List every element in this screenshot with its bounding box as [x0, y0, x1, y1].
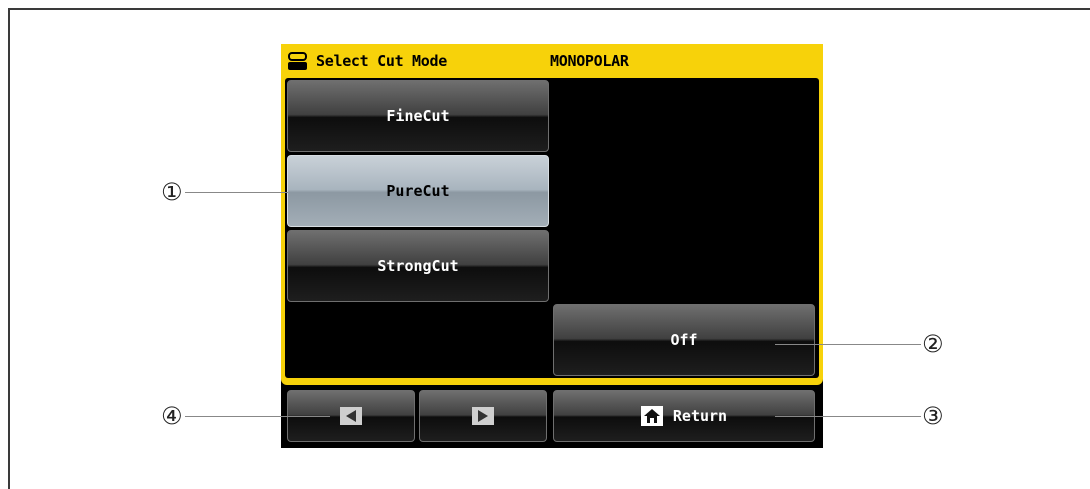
next-page-button[interactable]	[419, 390, 547, 442]
finecut-button[interactable]: FineCut	[287, 80, 549, 152]
navigation-bar: Return	[281, 385, 823, 448]
leader-line-2	[775, 344, 921, 345]
callout-1: ①	[161, 178, 183, 206]
mode-label: MONOPOLAR	[550, 52, 629, 70]
callout-4: ④	[161, 402, 183, 430]
callout-2: ②	[922, 330, 944, 358]
off-button[interactable]: Off	[553, 304, 815, 376]
page-title: Select Cut Mode	[316, 52, 447, 70]
leader-line-1	[185, 192, 288, 193]
purecut-button[interactable]: PureCut	[287, 155, 549, 227]
device-screen: Select Cut Mode MONOPOLAR FineCut PureCu…	[281, 44, 823, 448]
strongcut-button[interactable]: StrongCut	[287, 230, 549, 302]
triangle-right-icon	[472, 407, 494, 425]
device-icon	[288, 52, 307, 70]
cut-mode-panel: Select Cut Mode MONOPOLAR FineCut PureCu…	[281, 44, 823, 385]
panel-header: Select Cut Mode MONOPOLAR	[281, 44, 823, 78]
home-icon	[640, 406, 663, 426]
triangle-left-icon	[340, 407, 362, 425]
leader-line-3	[775, 416, 921, 417]
callout-3: ③	[922, 402, 944, 430]
leader-line-4	[185, 416, 330, 417]
return-label: Return	[672, 407, 728, 425]
